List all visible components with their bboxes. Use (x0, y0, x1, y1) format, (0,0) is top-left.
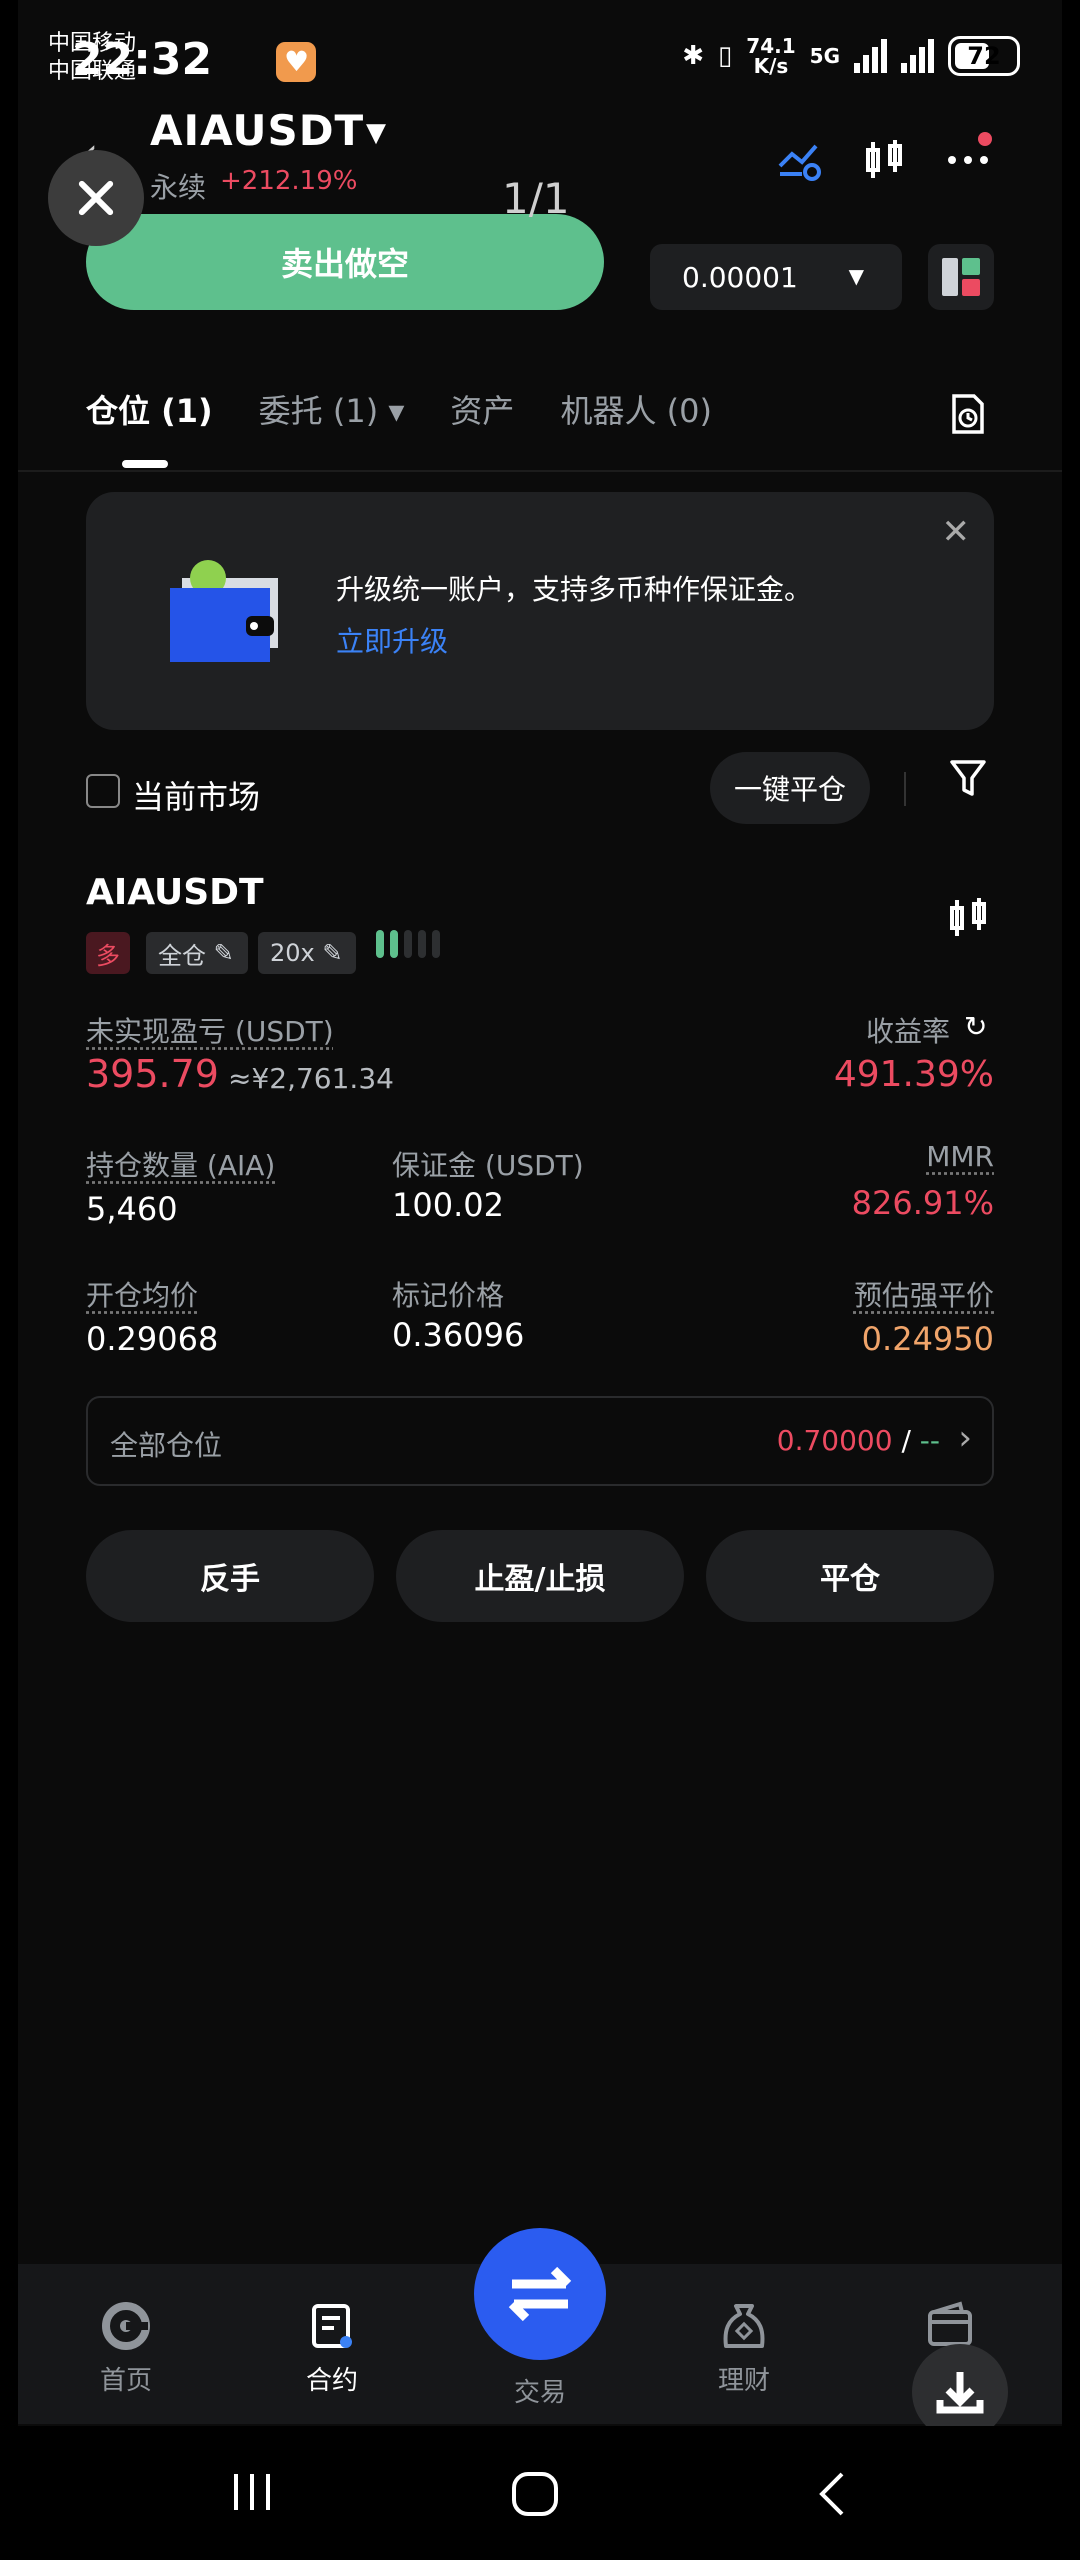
contract-type: 永续 (150, 171, 207, 204)
tab-positions[interactable]: 仓位 (1) (86, 386, 213, 432)
bluetooth-icon: ✱ (682, 41, 704, 71)
reverse-button[interactable]: 反手 (86, 1530, 374, 1622)
layout-icon (942, 258, 958, 296)
signal-icon-2 (901, 39, 934, 73)
close-all-button[interactable]: 一键平仓 (710, 752, 870, 824)
pair-title[interactable]: AIAUSDT (150, 106, 364, 155)
liq-price-label[interactable]: 预估强平价 (854, 1274, 994, 1314)
kline-chart-icon[interactable] (860, 136, 908, 184)
tp-sl-button[interactable]: 止盈/止损 (396, 1530, 684, 1622)
liq-price-value: 0.24950 (861, 1320, 994, 1358)
pair-dropdown-icon[interactable]: ▼ (366, 118, 386, 148)
margin-value: 100.02 (392, 1186, 504, 1224)
mark-price-label: 标记价格 (392, 1279, 505, 1312)
network-type: 5G (809, 44, 840, 68)
nav-home[interactable]: 首页 (66, 2300, 186, 2397)
carrier-1: 中国移动 (48, 31, 137, 56)
nav-earn[interactable]: 理财 (684, 2300, 804, 2397)
earn-icon (723, 2304, 765, 2348)
battery-icon: 72 (948, 36, 1020, 76)
close-position-button[interactable]: 平仓 (706, 1530, 994, 1622)
roi-value: 491.39% (833, 1054, 994, 1095)
all-positions-row[interactable]: 全部仓位 0.70000 / -- › (86, 1396, 994, 1486)
entry-price-value: 0.29068 (86, 1320, 219, 1358)
carrier-names: 中国移动 中国联通 (48, 30, 136, 86)
tab-orders[interactable]: 委托 (1) ▾ (259, 386, 405, 432)
tab-assets[interactable]: 资产 (450, 386, 514, 432)
sell-short-button[interactable]: 卖出做空 (86, 214, 604, 310)
active-tab-indicator (122, 460, 168, 468)
margin-label: 保证金 (USDT) (392, 1149, 584, 1182)
margin-mode-chip[interactable]: 全仓 ✎ (146, 932, 248, 974)
home-icon (102, 2302, 150, 2350)
status-bar: 22:32 中国移动 中国联通 ✱ ▯ 74.1 K/s 5G 72 (0, 0, 1080, 120)
tab-bots[interactable]: 机器人 (0) (560, 386, 712, 432)
position-tabs: 仓位 (1) 委托 (1) ▾ 资产 机器人 (0) (86, 386, 758, 432)
price-precision-select[interactable]: 0.00001 ▼ (650, 244, 902, 310)
history-icon[interactable] (946, 392, 990, 436)
signal-icon (854, 39, 887, 73)
size-value: 5,460 (86, 1190, 178, 1228)
app-notification-icon (276, 42, 316, 82)
all-positions-label: 全部仓位 (110, 1429, 223, 1462)
kline-chart-icon[interactable] (944, 894, 992, 942)
share-refresh-icon[interactable]: ↻ (964, 1010, 987, 1043)
position-symbol[interactable]: AIAUSDT (86, 872, 264, 913)
price-precision-value: 0.00001 (682, 260, 798, 294)
unrealized-pnl-cny: ≈¥2,761.34 (228, 1062, 394, 1095)
orderbook-layout-button[interactable] (928, 244, 994, 310)
divider (904, 772, 906, 806)
size-label[interactable]: 持仓数量 (AIA) (86, 1144, 275, 1184)
vibrate-icon: ▯ (717, 41, 733, 71)
trade-fab-button[interactable] (474, 2228, 606, 2360)
edit-icon: ✎ (213, 939, 234, 967)
banner-close-icon[interactable]: ✕ (942, 512, 971, 552)
current-market-label[interactable]: 当前市场 (132, 772, 260, 818)
chevron-down-icon: ▼ (848, 264, 864, 288)
upgrade-banner[interactable]: ✕ 升级统一账户，支持多币种作保证金。 立即升级 (86, 492, 994, 730)
carrier-2: 中国联通 (48, 59, 137, 84)
leverage-chip[interactable]: 20x ✎ (258, 932, 356, 974)
wallet-illustration-icon (170, 560, 278, 662)
banner-text: 升级统一账户，支持多币种作保证金。 (336, 573, 813, 606)
trade-swap-icon (508, 2266, 572, 2322)
system-nav-bar (18, 2426, 1062, 2560)
recent-apps-icon[interactable] (228, 2470, 278, 2514)
divider (18, 470, 1062, 472)
unrealized-pnl-label[interactable]: 未实现盈亏 (USDT) (86, 1010, 334, 1050)
mark-price-value: 0.36096 (392, 1316, 525, 1354)
roi-label: 收益率 (865, 1015, 950, 1048)
filter-icon[interactable] (948, 756, 988, 800)
back-button-icon[interactable] (812, 2470, 852, 2518)
edit-icon: ✎ (322, 939, 343, 967)
futures-icon (312, 2304, 352, 2348)
page-indicator: 1/1 (502, 174, 570, 223)
close-icon[interactable] (48, 150, 144, 246)
price-change: +212.19% (220, 166, 358, 196)
notification-dot (978, 132, 992, 146)
current-market-checkbox[interactable] (86, 774, 120, 808)
mmr-value: 826.91% (851, 1184, 994, 1222)
nav-futures[interactable]: 合约 (272, 2300, 392, 2397)
price-alert-icon[interactable] (776, 136, 824, 184)
mmr-label[interactable]: MMR (926, 1140, 994, 1173)
net-speed: 74.1 K/s (746, 34, 796, 78)
status-icons: ✱ ▯ 74.1 K/s 5G 72 (682, 36, 1020, 76)
home-button-icon[interactable] (510, 2470, 560, 2518)
upgrade-link[interactable]: 立即升级 (336, 620, 448, 660)
all-positions-value: 0.70000 / -- (776, 1424, 940, 1457)
side-badge: 多 (86, 932, 130, 974)
nav-trade-label[interactable]: 交易 (474, 2372, 606, 2409)
chevron-right-icon: › (958, 1418, 972, 1458)
unrealized-pnl-value: 395.79 (86, 1052, 219, 1096)
entry-price-label[interactable]: 开仓均价 (86, 1274, 198, 1314)
risk-level-bars (376, 930, 440, 958)
